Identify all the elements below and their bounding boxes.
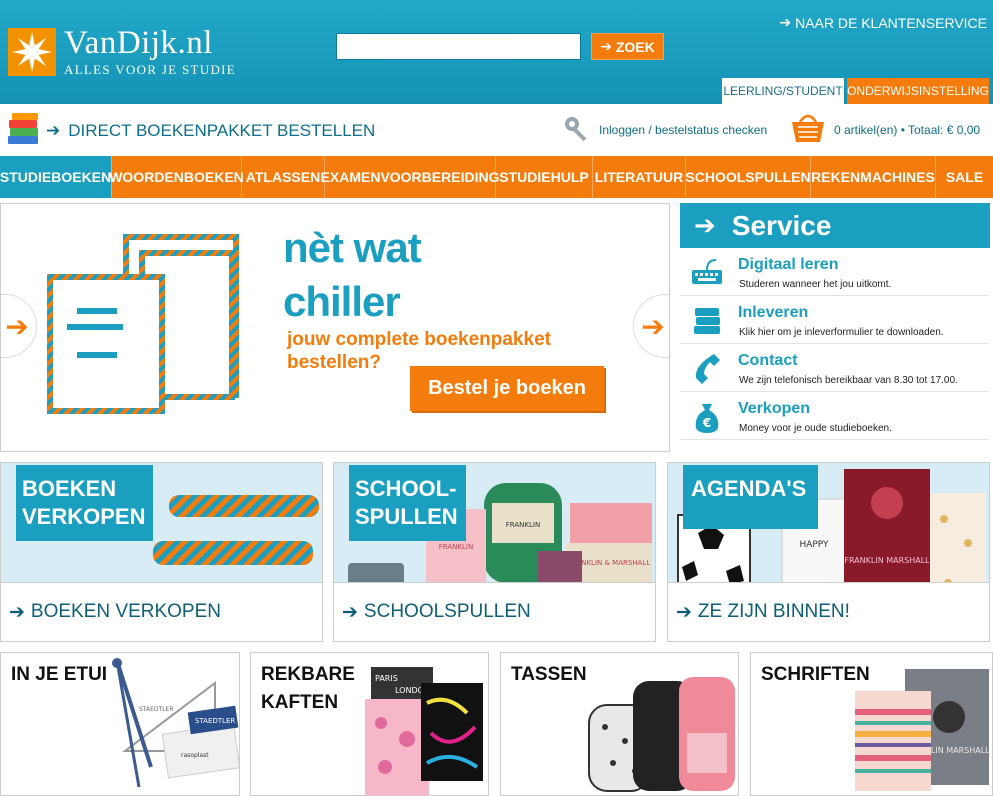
svg-text:rasoplast: rasoplast — [181, 752, 209, 759]
backpacks-illustration — [588, 677, 735, 792]
site-header: VanDijk.nl ALLES VOOR JE STUDIE ➔ ZOEK ➔… — [0, 0, 993, 104]
tab-education[interactable]: ONDERWIJSINSTELLING — [847, 78, 989, 104]
promo-schoolspullen[interactable]: FRANKLIN FRANKLIN & MARSHALL FRANKLIN SC… — [333, 462, 656, 642]
svg-text:HAPPY: HAPPY — [799, 540, 829, 550]
tile-schriften[interactable]: SCHRIFTEN FRANKLIN MARSHALL — [750, 652, 993, 796]
service-title: Service — [731, 209, 832, 241]
cart-summary[interactable]: 0 artikel(en) • Totaal: € 0,00 — [834, 123, 980, 137]
book-covers-illustration: PARIS LONDON — [365, 667, 483, 795]
nav-item-schoolspullen[interactable]: SCHOOLSPULLEN — [685, 156, 811, 198]
nav-item-rekenmachines[interactable]: REKENMACHINES — [811, 156, 936, 198]
service-panel: ➔ Service Digitaal leren Studeren wannee… — [680, 203, 990, 447]
hero-banner[interactable]: nèt wat chiller jouw complete boekenpakk… — [0, 203, 670, 452]
carousel-prev-button[interactable]: ➔ — [1, 294, 37, 358]
svg-text:FRANKLIN: FRANKLIN — [439, 543, 473, 551]
site-logo[interactable]: VanDijk.nl ALLES VOOR JE STUDIE — [8, 26, 236, 78]
main-nav: STUDIEBOEKEN WOORDENBOEKEN ATLASSEN EXAM… — [0, 156, 993, 198]
keyboard-icon — [690, 256, 724, 290]
logo-tagline: ALLES VOOR JE STUDIE — [64, 62, 237, 77]
direct-order-label: DIRECT BOEKENPAKKET BESTELLEN — [68, 121, 376, 140]
basket-icon[interactable] — [790, 112, 826, 149]
promo-tag: BOEKEN VERKOPEN — [16, 465, 154, 541]
service-item-digitaal-leren[interactable]: Digitaal leren Studeren wanneer het jou … — [680, 248, 990, 296]
arrow-right-icon: ➔ — [779, 14, 792, 30]
money-bag-icon: € — [690, 400, 724, 434]
svg-text:PARIS: PARIS — [375, 674, 398, 683]
phone-icon — [690, 352, 724, 386]
arrow-right-icon: ➔ — [46, 121, 61, 140]
promo-boeken-verkopen[interactable]: BOEKEN VERKOPEN ➔ BOEKEN VERKOPEN — [0, 462, 323, 642]
nav-item-studiehulp[interactable]: STUDIEHULP — [496, 156, 593, 198]
customer-service-link[interactable]: ➔ NAAR DE KLANTENSERVICE — [779, 14, 987, 31]
books-illustration — [41, 232, 251, 427]
nav-item-atlassen[interactable]: ATLASSEN — [242, 156, 325, 198]
svg-text:STAEDTLER: STAEDTLER — [139, 706, 174, 713]
service-item-verkopen[interactable]: € Verkopen Money voor je oude studieboek… — [680, 392, 990, 440]
carousel-next-button[interactable]: ➔ — [633, 294, 669, 358]
arrow-right-icon: ➔ — [676, 601, 692, 623]
logo-name: VanDijk.nl — [64, 25, 213, 61]
promo-link[interactable]: ➔ ZE ZIJN BINNEN! — [668, 582, 989, 641]
svg-text:FRANKLIN: FRANKLIN — [506, 521, 540, 529]
service-header[interactable]: ➔ Service — [680, 203, 990, 248]
hero-title: nèt wat chiller — [283, 224, 422, 325]
service-item-contact[interactable]: Contact We zijn telefonisch bereikbaar v… — [680, 344, 990, 392]
nav-item-literatuur[interactable]: LITERATUUR — [593, 156, 686, 198]
tile-label: TASSEN — [511, 664, 587, 685]
direct-order-link[interactable]: ➔ DIRECT BOEKENPAKKET BESTELLEN — [46, 121, 375, 141]
svg-text:STAEDTLER: STAEDTLER — [195, 717, 235, 725]
utility-bar: ➔ DIRECT BOEKENPAKKET BESTELLEN Inloggen… — [0, 104, 993, 156]
search-button-label: ZOEK — [615, 38, 655, 55]
tile-tassen[interactable]: TASSEN — [500, 652, 739, 796]
arrow-right-icon: ➔ — [641, 310, 665, 342]
nav-item-woordenboeken[interactable]: WOORDENBOEKEN — [109, 156, 244, 198]
promo-tag: AGENDA'S — [683, 465, 819, 529]
login-link[interactable]: Inloggen / bestelstatus checken — [599, 123, 767, 137]
arrow-right-icon: ➔ — [342, 601, 358, 623]
sun-logo-icon — [8, 28, 56, 76]
customer-service-label: NAAR DE KLANTENSERVICE — [795, 14, 987, 31]
books-stack-icon — [690, 304, 724, 338]
nav-item-examenvoorbereiding[interactable]: EXAMENVOORBEREIDING — [321, 156, 499, 198]
promo-link[interactable]: ➔ SCHOOLSPULLEN — [334, 582, 655, 641]
tile-rekbare-kaften[interactable]: REKBARE KAFTEN PARIS LONDON — [250, 652, 489, 796]
promo-agendas[interactable]: voetbal HAPPY FRANKLIN MARSHALL AGENDA'S… — [667, 462, 990, 642]
svg-text:FRANKLIN MARSHALL: FRANKLIN MARSHALL — [844, 556, 930, 565]
service-item-inleveren[interactable]: Inleveren Klik hier om je inleverformuli… — [680, 296, 990, 344]
svg-text:€: € — [702, 416, 711, 430]
books-icon — [6, 112, 42, 155]
tab-student[interactable]: LEERLING/STUDENT — [722, 78, 844, 104]
search-button[interactable]: ➔ ZOEK — [591, 33, 664, 60]
tile-label: REKBARE KAFTEN — [261, 664, 355, 713]
nav-item-studieboeken[interactable]: STUDIEBOEKEN — [0, 156, 112, 198]
search-input[interactable] — [336, 33, 581, 60]
promo-link[interactable]: ➔ BOEKEN VERKOPEN — [1, 582, 322, 641]
arrow-right-icon: ➔ — [9, 601, 25, 623]
tile-in-je-etui[interactable]: IN JE ETUI STAEDTLER rasoplast STAEDTLER — [0, 652, 240, 796]
arrow-left-icon: ➔ — [5, 310, 29, 342]
arrow-right-icon: ➔ — [600, 38, 612, 54]
promo-tag: SCHOOL- SPULLEN — [349, 465, 466, 541]
arrow-right-icon: ➔ — [694, 210, 716, 240]
notebooks-illustration: FRANKLIN MARSHALL — [855, 669, 990, 791]
nav-item-sale[interactable]: SALE — [936, 156, 993, 198]
stationery-illustration: STAEDTLER rasoplast STAEDTLER — [112, 658, 239, 788]
key-icon — [563, 115, 593, 150]
tile-label: IN JE ETUI — [11, 664, 108, 685]
order-books-button[interactable]: Bestel je boeken — [410, 366, 604, 411]
